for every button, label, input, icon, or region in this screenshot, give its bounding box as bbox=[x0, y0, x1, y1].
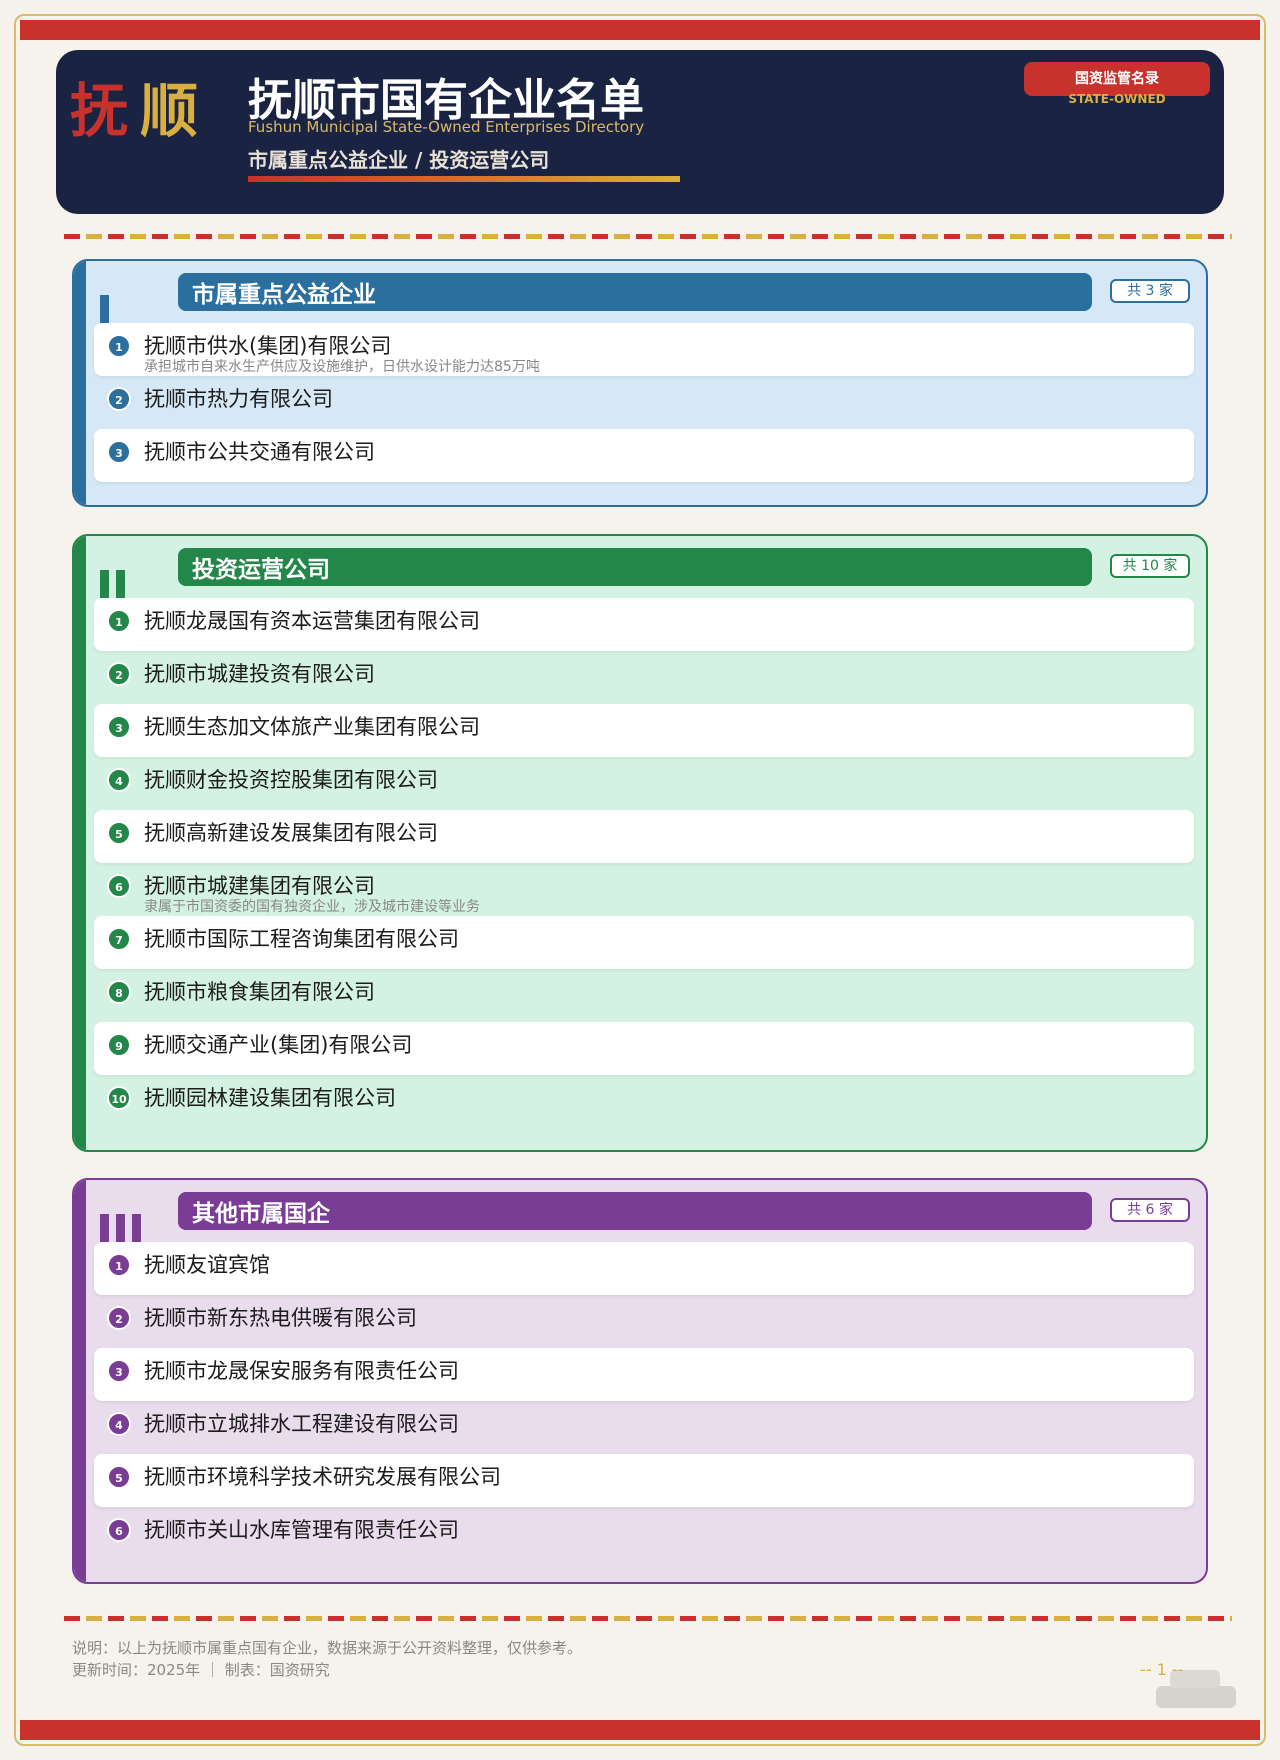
company-name: 抚顺市立城排水工程建设有限公司 bbox=[144, 1412, 459, 1436]
company-name: 抚顺市关山水库管理有限责任公司 bbox=[144, 1518, 459, 1542]
company-list: 1 抚顺友谊宾馆 2 抚顺市新东热电供暖有限公司 3 抚顺市龙晟保安服务有限责任… bbox=[94, 1242, 1194, 1560]
footer-note: 说明：以上为抚顺市属重点国有企业，数据来源于公开资料整理，仅供参考。 bbox=[72, 1639, 583, 1657]
item-number-badge: 10 bbox=[107, 1086, 131, 1110]
list-item: 1 抚顺市供水(集团)有限公司 承担城市自来水生产供应及设施维护，日供水设计能力… bbox=[94, 323, 1194, 376]
list-item: 5 抚顺高新建设发展集团有限公司 bbox=[94, 810, 1194, 863]
section-accent-bar bbox=[74, 536, 86, 1150]
list-item: 2 抚顺市新东热电供暖有限公司 bbox=[94, 1295, 1194, 1348]
logo-mark: 抚顺 bbox=[70, 64, 210, 148]
watermark-logo-icon bbox=[1156, 1670, 1236, 1708]
item-number-badge: 7 bbox=[107, 927, 131, 951]
list-item: 9 抚顺交通产业(集团)有限公司 bbox=[94, 1022, 1194, 1075]
item-number-badge: 2 bbox=[107, 1306, 131, 1330]
stamp-badge: 国资监管名录 bbox=[1024, 62, 1210, 96]
item-number-badge: 4 bbox=[107, 768, 131, 792]
item-number-badge: 4 bbox=[107, 1412, 131, 1436]
company-name: 抚顺交通产业(集团)有限公司 bbox=[144, 1033, 413, 1057]
company-name: 抚顺市公共交通有限公司 bbox=[144, 440, 375, 464]
list-item: 7 抚顺市国际工程咨询集团有限公司 bbox=[94, 916, 1194, 969]
list-item: 6 抚顺市城建集团有限公司 隶属于市国资委的国有独资企业，涉及城市建设等业务 bbox=[94, 863, 1194, 916]
company-name: 抚顺市龙晟保安服务有限责任公司 bbox=[144, 1359, 459, 1383]
section-title: 投资运营公司 bbox=[178, 548, 1092, 586]
list-item: 5 抚顺市环境科学技术研究发展有限公司 bbox=[94, 1454, 1194, 1507]
section-public-welfare: 市属重点公益企业 共 3 家 1 抚顺市供水(集团)有限公司 承担城市自来水生产… bbox=[72, 259, 1208, 507]
section-investment-operation: 投资运营公司 共 10 家 1 抚顺龙晟国有资本运营集团有限公司 2 抚顺市城建… bbox=[72, 534, 1208, 1152]
company-name: 抚顺市热力有限公司 bbox=[144, 387, 333, 411]
section-other-state-owned: 其他市属国企 共 6 家 1 抚顺友谊宾馆 2 抚顺市新东热电供暖有限公司 3 … bbox=[72, 1178, 1208, 1584]
company-name: 抚顺市环境科学技术研究发展有限公司 bbox=[144, 1465, 501, 1489]
item-number-badge: 3 bbox=[107, 715, 131, 739]
company-name: 抚顺市城建投资有限公司 bbox=[144, 662, 375, 686]
subtitle-english: Fushun Municipal State-Owned Enterprises… bbox=[248, 118, 645, 136]
item-number-badge: 5 bbox=[107, 821, 131, 845]
company-name: 抚顺财金投资控股集团有限公司 bbox=[144, 768, 438, 792]
item-number-badge: 3 bbox=[107, 440, 131, 464]
section-accent-bar bbox=[74, 1180, 86, 1582]
item-number-badge: 3 bbox=[107, 1359, 131, 1383]
section-title: 市属重点公益企业 bbox=[178, 273, 1092, 311]
title-underline bbox=[248, 176, 680, 182]
count-badge: 共 10 家 bbox=[1110, 554, 1190, 578]
section-title: 其他市属国企 bbox=[178, 1192, 1092, 1230]
company-name: 抚顺园林建设集团有限公司 bbox=[144, 1086, 396, 1110]
list-item: 2 抚顺市城建投资有限公司 bbox=[94, 651, 1194, 704]
top-red-band bbox=[20, 20, 1260, 40]
list-item: 2 抚顺市热力有限公司 bbox=[94, 376, 1194, 429]
list-item: 3 抚顺市龙晟保安服务有限责任公司 bbox=[94, 1348, 1194, 1401]
stamp-english: STATE-OWNED bbox=[1068, 92, 1166, 106]
item-number-badge: 8 bbox=[107, 980, 131, 1004]
company-note: 隶属于市国资委的国有独资企业，涉及城市建设等业务 bbox=[144, 899, 480, 915]
roman-numeral-2 bbox=[100, 570, 125, 600]
roman-numeral-1 bbox=[100, 295, 109, 325]
divider-top bbox=[64, 234, 1232, 239]
list-item: 1 抚顺龙晟国有资本运营集团有限公司 bbox=[94, 598, 1194, 651]
item-number-badge: 9 bbox=[107, 1033, 131, 1057]
list-item: 1 抚顺友谊宾馆 bbox=[94, 1242, 1194, 1295]
list-item: 4 抚顺市立城排水工程建设有限公司 bbox=[94, 1401, 1194, 1454]
footer-meta: 更新时间：2025年 ｜ 制表：国资研究 bbox=[72, 1661, 330, 1679]
company-name: 抚顺市国际工程咨询集团有限公司 bbox=[144, 927, 459, 951]
list-item: 10 抚顺园林建设集团有限公司 bbox=[94, 1075, 1194, 1128]
item-number-badge: 6 bbox=[107, 1518, 131, 1542]
item-number-badge: 5 bbox=[107, 1465, 131, 1489]
list-item: 3 抚顺市公共交通有限公司 bbox=[94, 429, 1194, 482]
list-item: 3 抚顺生态加文体旅产业集团有限公司 bbox=[94, 704, 1194, 757]
count-badge: 共 3 家 bbox=[1110, 279, 1190, 303]
list-item: 4 抚顺财金投资控股集团有限公司 bbox=[94, 757, 1194, 810]
logo-char-2: 顺 bbox=[140, 77, 211, 145]
company-name: 抚顺友谊宾馆 bbox=[144, 1253, 270, 1277]
subtitle-chinese: 市属重点公益企业 / 投资运营公司 bbox=[248, 148, 550, 172]
item-number-badge: 1 bbox=[107, 334, 131, 358]
bottom-red-band bbox=[20, 1720, 1260, 1740]
divider-bottom bbox=[64, 1616, 1232, 1621]
list-item: 8 抚顺市粮食集团有限公司 bbox=[94, 969, 1194, 1022]
logo-char-1: 抚 bbox=[70, 77, 141, 145]
company-name: 抚顺高新建设发展集团有限公司 bbox=[144, 821, 438, 845]
company-list: 1 抚顺龙晟国有资本运营集团有限公司 2 抚顺市城建投资有限公司 3 抚顺生态加… bbox=[94, 598, 1194, 1128]
header-panel: 抚顺 抚顺市国有企业名单 Fushun Municipal State-Owne… bbox=[56, 50, 1224, 214]
item-number-badge: 1 bbox=[107, 609, 131, 633]
item-number-badge: 2 bbox=[107, 662, 131, 686]
company-name: 抚顺市新东热电供暖有限公司 bbox=[144, 1306, 417, 1330]
company-note: 承担城市自来水生产供应及设施维护，日供水设计能力达85万吨 bbox=[144, 359, 540, 375]
section-accent-bar bbox=[74, 261, 86, 505]
company-name: 抚顺市粮食集团有限公司 bbox=[144, 980, 375, 1004]
item-number-badge: 1 bbox=[107, 1253, 131, 1277]
company-name: 抚顺生态加文体旅产业集团有限公司 bbox=[144, 715, 480, 739]
roman-numeral-3 bbox=[100, 1214, 141, 1244]
list-item: 6 抚顺市关山水库管理有限责任公司 bbox=[94, 1507, 1194, 1560]
company-name: 抚顺龙晟国有资本运营集团有限公司 bbox=[144, 609, 480, 633]
item-number-badge: 6 bbox=[107, 874, 131, 898]
count-badge: 共 6 家 bbox=[1110, 1198, 1190, 1222]
item-number-badge: 2 bbox=[107, 387, 131, 411]
company-list: 1 抚顺市供水(集团)有限公司 承担城市自来水生产供应及设施维护，日供水设计能力… bbox=[94, 323, 1194, 482]
